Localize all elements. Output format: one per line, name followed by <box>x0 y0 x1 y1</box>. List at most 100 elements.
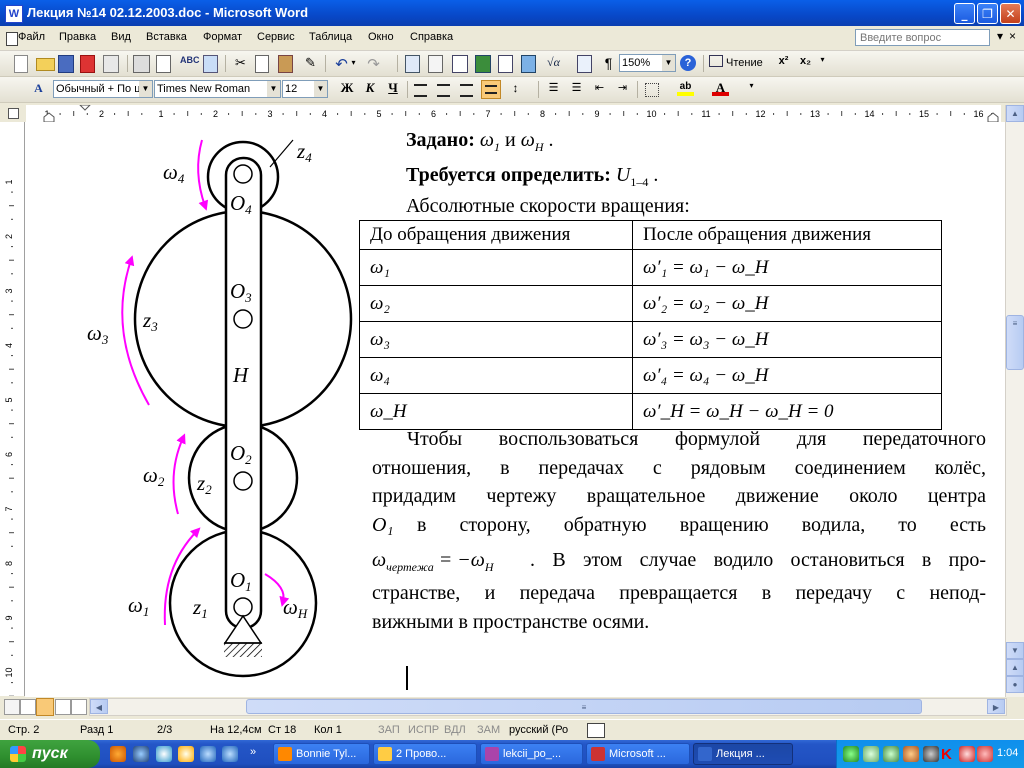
toolbar-options-icon[interactable]: ▾ <box>747 81 756 97</box>
scroll-right-icon[interactable]: ▶ <box>987 699 1005 714</box>
tray-icon-orange[interactable] <box>903 746 919 762</box>
document-map-icon[interactable] <box>577 55 592 73</box>
email-icon[interactable] <box>103 55 119 73</box>
doc-menu-icon[interactable] <box>6 32 18 46</box>
drawing-icon[interactable] <box>521 55 536 73</box>
status-column[interactable]: Кол 1 <box>314 724 342 736</box>
menu-view[interactable]: Вид <box>111 31 131 43</box>
reading-layout-button[interactable]: Чтение <box>709 55 779 71</box>
ie-icon[interactable] <box>200 746 216 762</box>
help-icon[interactable]: ? <box>680 55 696 71</box>
help-dropdown-icon[interactable]: ▾ <box>997 29 1003 43</box>
copy-icon[interactable] <box>255 55 269 73</box>
status-extend[interactable]: ВДЛ <box>444 724 466 736</box>
previous-page-icon[interactable]: ▲ <box>1006 659 1024 676</box>
tray-icon-dark[interactable] <box>923 746 939 762</box>
status-line[interactable]: Ст 18 <box>268 724 296 736</box>
tray-icon-red[interactable] <box>959 746 975 762</box>
shield-icon[interactable] <box>977 746 993 762</box>
undo-dropdown-icon[interactable]: ▾ <box>349 55 358 71</box>
cut-icon[interactable]: ✂ <box>232 55 249 71</box>
decrease-indent-icon[interactable]: ⇤ <box>591 81 608 97</box>
reading-view-icon[interactable] <box>71 699 87 715</box>
task-explorer[interactable]: 2 Прово... <box>373 743 477 765</box>
vertical-scrollbar[interactable]: ▲ ≡ ▼ ▲ ● <box>1005 105 1024 697</box>
show-formatting-icon[interactable]: ¶ <box>600 55 617 71</box>
columns-icon[interactable] <box>498 55 513 73</box>
word-app-icon[interactable]: W <box>5 5 23 23</box>
bold-button[interactable]: Ж <box>337 80 357 99</box>
restore-button[interactable]: ❐ <box>977 3 998 24</box>
spelling-status-icon[interactable] <box>587 723 605 738</box>
normal-view-icon[interactable] <box>4 699 20 715</box>
hscroll-thumb[interactable]: ≡ <box>246 699 922 714</box>
justify-icon[interactable] <box>481 80 501 99</box>
status-record[interactable]: ЗАП <box>378 724 400 736</box>
vertical-ruler[interactable]: 1234567891011 <box>0 122 25 765</box>
minimize-button[interactable]: _ <box>954 3 975 24</box>
bullets-icon[interactable]: ☰ <box>568 81 585 97</box>
style-select[interactable]: Обычный + По ц ▼ <box>53 80 153 98</box>
save-icon[interactable] <box>58 55 74 73</box>
styles-icon[interactable]: A <box>30 81 47 97</box>
open-folder-icon[interactable] <box>36 58 55 71</box>
start-button[interactable]: пуск <box>0 740 100 768</box>
toolbar-options-icon[interactable]: ▾ <box>818 55 827 71</box>
help-question-input[interactable]: Введите вопрос <box>855 29 990 46</box>
document-page[interactable]: z4 ω4 O4 O3 ω3 z3 H O2 ω2 z2 O1 ω1 z1 ωH… <box>25 122 1005 697</box>
insert-table-icon[interactable] <box>452 55 468 73</box>
print-icon[interactable] <box>133 55 150 73</box>
line-spacing-icon[interactable]: ↕ <box>507 81 524 97</box>
scroll-up-icon[interactable]: ▲ <box>1006 105 1024 122</box>
status-section[interactable]: Разд 1 <box>80 724 113 736</box>
redo-icon[interactable]: ↷ <box>365 55 382 73</box>
horizontal-ruler[interactable]: 1212345678910111213141516 <box>26 104 1020 123</box>
status-overtype[interactable]: ЗАМ <box>477 724 500 736</box>
paste-icon[interactable] <box>278 55 293 73</box>
kaspersky-icon[interactable]: K <box>941 746 957 763</box>
menu-help[interactable]: Справка <box>410 31 453 43</box>
clock[interactable]: 1:04 <box>997 747 1018 759</box>
browser-icon[interactable] <box>156 746 172 762</box>
horizontal-scrollbar[interactable]: ◀ ≡ ▶ <box>89 698 1007 716</box>
align-left-icon[interactable] <box>414 84 427 97</box>
font-size-select[interactable]: 12 ▼ <box>282 80 328 98</box>
menu-window[interactable]: Окно <box>368 31 394 43</box>
italic-button[interactable]: К <box>360 80 380 99</box>
subscript-icon[interactable]: x₂ <box>797 55 814 71</box>
task-lekcii[interactable]: lekcii_po_... <box>480 743 583 765</box>
outline-view-icon[interactable] <box>55 699 71 715</box>
tray-icon-clover[interactable] <box>883 746 899 762</box>
format-painter-icon[interactable]: ✎ <box>302 55 319 71</box>
print-layout-icon[interactable] <box>36 698 54 716</box>
numbering-icon[interactable]: ☰ <box>545 81 562 97</box>
status-language[interactable]: русский (Ро <box>509 724 568 736</box>
right-indent-marker[interactable] <box>987 112 999 123</box>
status-track-changes[interactable]: ИСПР <box>408 724 439 736</box>
undo-icon[interactable]: ↶ <box>333 55 350 73</box>
media-icon[interactable] <box>133 746 149 762</box>
spelling-icon[interactable]: ABC <box>180 55 200 71</box>
font-color-icon[interactable]: A <box>712 81 729 96</box>
close-button[interactable]: ✕ <box>1000 3 1021 24</box>
browse-object-icon[interactable]: ● <box>1006 676 1024 693</box>
tables-borders-icon[interactable] <box>428 55 443 73</box>
menu-edit[interactable]: Правка <box>59 31 96 43</box>
web-layout-icon[interactable] <box>20 699 36 715</box>
status-page[interactable]: Стр. 2 <box>8 724 39 736</box>
status-position[interactable]: На 12,4см <box>210 724 262 736</box>
increase-indent-icon[interactable]: ⇥ <box>614 81 631 97</box>
permission-icon[interactable] <box>80 55 95 73</box>
menu-insert[interactable]: Вставка <box>146 31 187 43</box>
highlight-icon[interactable]: ab <box>677 81 694 96</box>
menu-table[interactable]: Таблица <box>309 31 352 43</box>
show-desktop-icon[interactable] <box>222 746 238 762</box>
underline-button[interactable]: Ч <box>383 80 403 99</box>
close-doc-icon[interactable]: × <box>1009 29 1016 43</box>
scroll-down-icon[interactable]: ▼ <box>1006 642 1024 659</box>
new-document-icon[interactable] <box>14 55 28 73</box>
tray-icon-network[interactable] <box>863 746 879 762</box>
quicklaunch-expand-icon[interactable]: » <box>250 746 258 762</box>
align-right-icon[interactable] <box>460 84 473 97</box>
task-bonnie[interactable]: Bonnie Tyl... <box>273 743 370 765</box>
